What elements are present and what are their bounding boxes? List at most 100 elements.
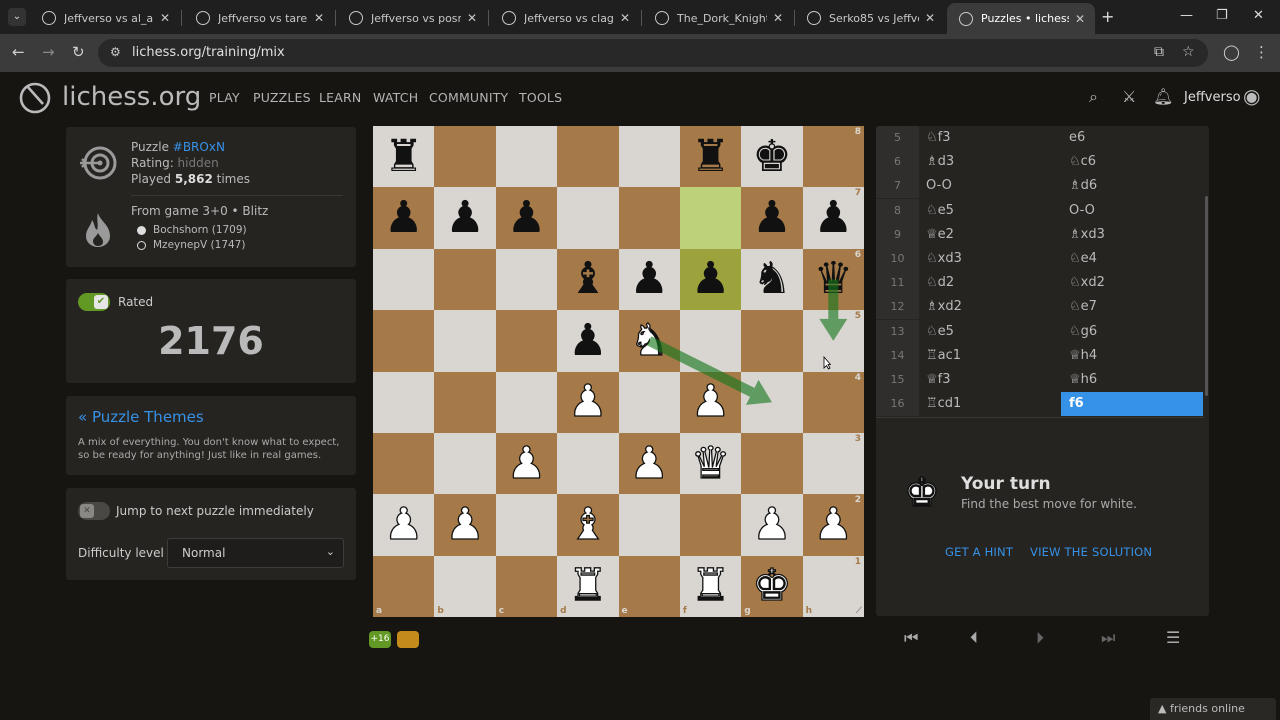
last-move-icon[interactable]: ⏭ xyxy=(1101,628,1115,648)
black-queen-piece[interactable]: ♛ xyxy=(814,257,853,301)
square-h4[interactable]: 4 xyxy=(802,371,864,433)
browser-tab[interactable]: Jeffverso vs al_amri74 ✕ xyxy=(30,4,180,32)
square-b6[interactable] xyxy=(434,248,496,311)
square-e2[interactable] xyxy=(618,494,680,556)
next-move-icon[interactable]: ⏵ xyxy=(1036,628,1044,648)
black-move[interactable]: e6 xyxy=(1061,126,1203,150)
search-icon[interactable]: ⌕ xyxy=(1089,87,1098,107)
white-bishop-piece[interactable]: ♝ xyxy=(567,502,608,547)
tab-close-icon[interactable]: ✕ xyxy=(467,11,477,25)
square-c4[interactable] xyxy=(495,371,558,433)
square-b1[interactable]: b xyxy=(434,555,496,617)
square-g1[interactable]: ♚ g xyxy=(741,555,803,617)
square-b4[interactable] xyxy=(434,371,496,433)
square-f5[interactable] xyxy=(679,310,742,372)
square-g2[interactable]: ♟ xyxy=(741,494,803,556)
nav-play[interactable]: PLAY xyxy=(209,90,240,105)
black-pawn-piece[interactable]: ♟ xyxy=(629,257,668,301)
white-move[interactable]: ♕e2 xyxy=(926,223,954,247)
white-move[interactable]: O-O xyxy=(926,174,952,198)
black-move[interactable]: ♘g6 xyxy=(1061,320,1203,344)
square-g7[interactable]: ♟ xyxy=(741,187,803,249)
square-e8[interactable] xyxy=(618,126,680,188)
white-rook-piece[interactable]: ♜ xyxy=(690,563,731,608)
bell-icon[interactable]: 🔔︎ xyxy=(1153,87,1173,106)
square-h5[interactable]: 5 xyxy=(802,310,864,372)
square-c7[interactable]: ♟ xyxy=(495,187,558,249)
white-pawn-piece[interactable]: ♟ xyxy=(629,440,670,485)
square-f8[interactable]: ♜ xyxy=(679,126,742,188)
browser-tab[interactable]: Jeffverso vs tarekmoh ✕ xyxy=(184,4,334,32)
white-move[interactable]: ♘e5 xyxy=(926,199,954,223)
black-move[interactable]: ♘xd2 xyxy=(1061,271,1203,295)
square-a1[interactable]: a xyxy=(373,555,435,617)
back-icon[interactable]: ← xyxy=(12,43,25,61)
nav-puzzles[interactable]: PUZZLES xyxy=(253,90,311,105)
tab-close-icon[interactable]: ✕ xyxy=(160,11,170,25)
square-a2[interactable]: ♟ xyxy=(373,494,435,556)
white-pawn-piece[interactable]: ♟ xyxy=(445,502,486,547)
white-pawn-piece[interactable]: ♟ xyxy=(383,502,424,547)
first-move-icon[interactable]: ⏮ xyxy=(904,628,918,648)
board-resize-handle[interactable]: ⟋ xyxy=(856,606,862,616)
white-move[interactable]: ♗d3 xyxy=(926,150,954,174)
tab-close-icon[interactable]: ✕ xyxy=(620,11,630,25)
square-d6[interactable]: ♝ xyxy=(557,248,619,311)
square-e6[interactable]: ♟ xyxy=(618,248,680,311)
profile-icon[interactable]: ◯ xyxy=(1223,43,1240,61)
black-move[interactable]: O-O xyxy=(1061,199,1203,223)
tab-search-button[interactable]: ⌄ xyxy=(8,8,26,26)
black-pawn-piece[interactable]: ♟ xyxy=(752,196,791,240)
square-f3[interactable]: ♛ xyxy=(679,432,742,495)
square-h7[interactable]: ♟ 7 xyxy=(802,187,864,249)
black-pawn-piece[interactable]: ♟ xyxy=(507,196,546,240)
puzzle-id-link[interactable]: #BROxN xyxy=(173,140,225,154)
white-move[interactable]: ♗xd2 xyxy=(926,295,962,319)
square-d1[interactable]: ♜ d xyxy=(557,555,619,617)
bookmark-star-icon[interactable]: ☆ xyxy=(1182,44,1195,60)
black-king-piece[interactable]: ♚ xyxy=(752,134,791,179)
friends-online-bar[interactable]: ▲ friends online xyxy=(1150,698,1276,720)
nav-tools[interactable]: TOOLS xyxy=(519,90,562,105)
square-d4[interactable]: ♟ xyxy=(557,371,619,433)
nav-learn[interactable]: LEARN xyxy=(319,90,361,105)
tab-close-icon[interactable]: ✕ xyxy=(925,11,935,25)
square-f7[interactable] xyxy=(679,187,742,249)
new-tab-button[interactable]: + xyxy=(1101,7,1114,26)
white-player-name[interactable]: Bochshorn (1709) xyxy=(153,224,247,236)
black-move[interactable]: ♗xd3 xyxy=(1061,223,1203,247)
black-player-name[interactable]: MzeynepV (1747) xyxy=(153,239,245,251)
puzzle-themes-link[interactable]: « Puzzle Themes xyxy=(78,408,204,426)
black-move[interactable]: ♘c6 xyxy=(1061,150,1203,174)
square-e3[interactable]: ♟ xyxy=(618,432,680,495)
site-logo-text[interactable]: lichess.org xyxy=(62,82,201,112)
get-hint-button[interactable]: GET A HINT xyxy=(945,545,1013,559)
square-e1[interactable]: e xyxy=(618,555,680,617)
black-pawn-piece[interactable]: ♟ xyxy=(568,318,607,363)
black-rook-piece[interactable]: ♜ xyxy=(384,134,423,179)
tab-close-icon[interactable]: ✕ xyxy=(773,11,783,25)
square-g8[interactable]: ♚ xyxy=(741,126,803,188)
square-g4[interactable] xyxy=(741,371,803,433)
square-a7[interactable]: ♟ xyxy=(373,187,435,249)
menu-dots-icon[interactable]: ⋮ xyxy=(1254,43,1269,61)
browser-tab[interactable]: Jeffverso vs posmanch ✕ xyxy=(337,4,487,32)
black-move[interactable]: ♗d6 xyxy=(1061,174,1203,198)
white-pawn-piece[interactable]: ♟ xyxy=(690,379,731,424)
black-move[interactable]: ♕h4 xyxy=(1061,344,1203,368)
square-b2[interactable]: ♟ xyxy=(434,494,496,556)
browser-tab[interactable]: The_Dork_Knight vs Jef ✕ xyxy=(643,4,793,32)
white-move[interactable]: ♖ac1 xyxy=(926,344,961,368)
square-a3[interactable] xyxy=(373,432,435,495)
square-g5[interactable] xyxy=(741,310,803,372)
menu-icon[interactable]: ☰ xyxy=(1166,628,1180,647)
from-game-link[interactable]: From game 3+0 • Blitz xyxy=(131,204,268,218)
white-player[interactable]: Bochshorn (1709) xyxy=(137,224,247,236)
square-a6[interactable] xyxy=(373,248,435,311)
maximize-icon[interactable]: ❐ xyxy=(1216,8,1228,23)
black-knight-piece[interactable]: ♞ xyxy=(752,257,791,301)
previous-move-icon[interactable]: ⏴ xyxy=(970,628,978,648)
square-f4[interactable]: ♟ xyxy=(679,371,742,433)
black-bishop-piece[interactable]: ♝ xyxy=(568,257,607,301)
black-player[interactable]: MzeynepV (1747) xyxy=(137,239,245,251)
